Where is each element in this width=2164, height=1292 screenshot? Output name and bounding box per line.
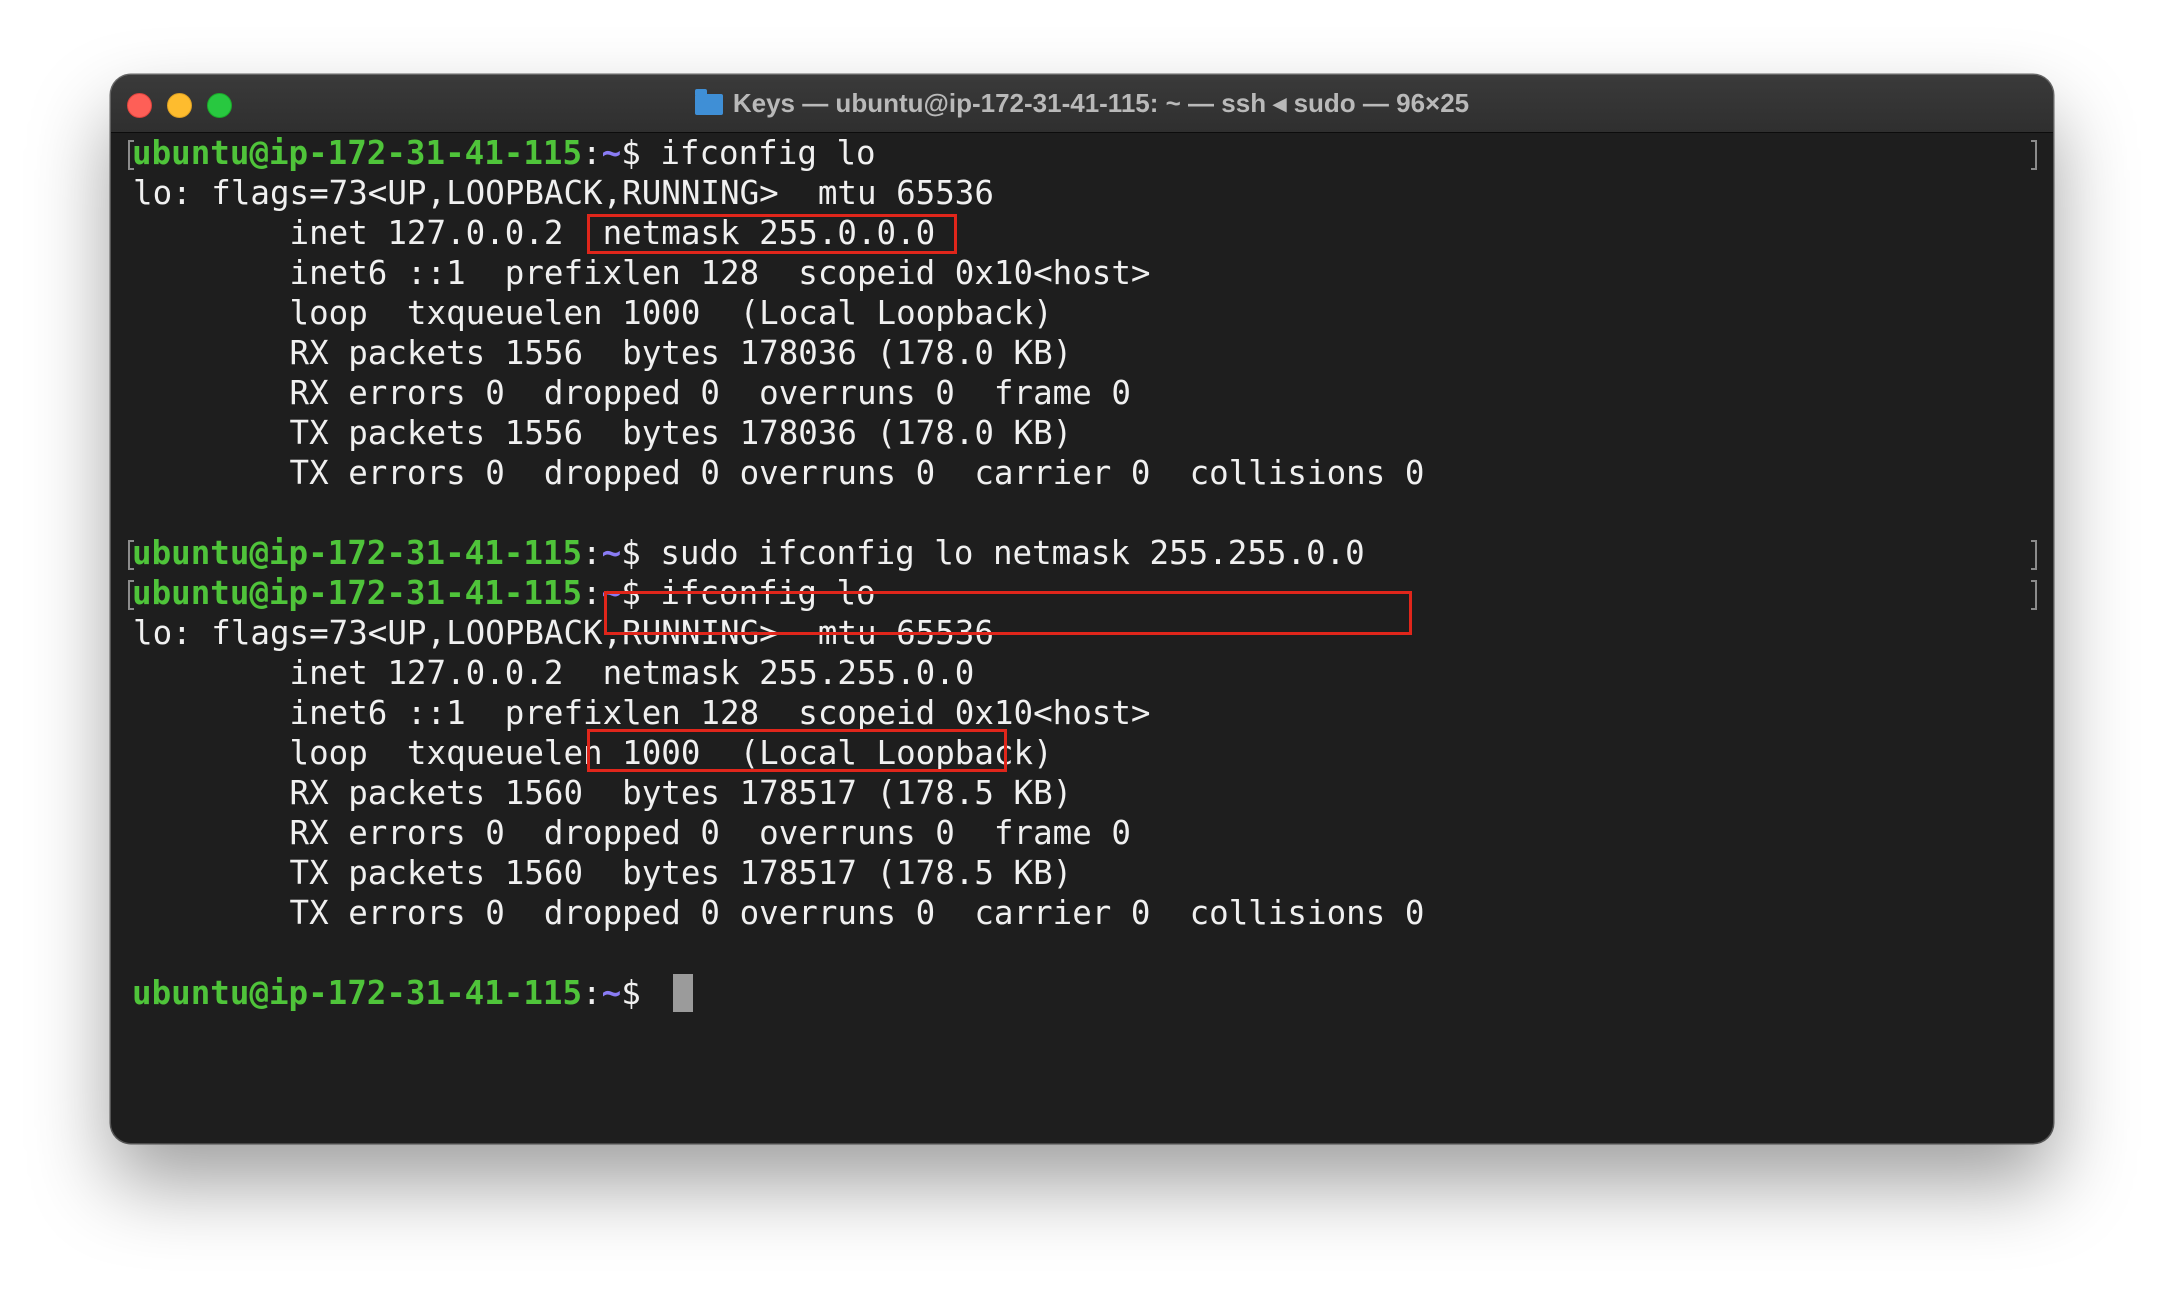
- mark-bracket-right: [2031, 580, 2037, 610]
- output-line: RX packets 1560 bytes 178517 (178.5 KB): [133, 774, 1073, 812]
- title-bar[interactable]: Keys — ubuntu@ip-172-31-41-115: ~ — ssh …: [111, 75, 2053, 133]
- output-line: loop txqueuelen 1000 (Local Loopback): [133, 294, 1053, 332]
- terminal-content[interactable]: ubuntu@ip-172-31-41-115:~$ ifconfig lo l…: [123, 133, 2041, 1143]
- output-line: RX packets 1556 bytes 178036 (178.0 KB): [133, 334, 1073, 372]
- prompt-colon: :: [582, 974, 602, 1012]
- prompt-symbol: $: [621, 134, 641, 172]
- terminal-window: Keys — ubuntu@ip-172-31-41-115: ~ — ssh …: [111, 75, 2053, 1143]
- mark-bracket-right: [2031, 140, 2037, 170]
- output-line: RX errors 0 dropped 0 overruns 0 frame 0: [133, 374, 1131, 412]
- output-line: lo: flags=73<UP,LOOPBACK,RUNNING> mtu 65…: [133, 174, 994, 212]
- prompt-path: ~: [601, 534, 622, 572]
- prompt-colon: :: [582, 134, 602, 172]
- folder-icon: [694, 89, 723, 115]
- window-title: Keys — ubuntu@ip-172-31-41-115: ~ — ssh …: [111, 87, 2053, 119]
- command-text: ifconfig lo: [640, 134, 876, 172]
- prompt-user: ubuntu@ip-172-31-41-115: [132, 974, 583, 1012]
- output-line: RX errors 0 dropped 0 overruns 0 frame 0: [133, 814, 1131, 852]
- output-line: inet6 ::1 prefixlen 128 scopeid 0x10<hos…: [133, 694, 1151, 732]
- prompt-colon: :: [582, 534, 602, 572]
- highlight-sudo-command: [604, 591, 1412, 635]
- prompt-symbol: $: [621, 534, 641, 572]
- prompt-symbol: $: [621, 974, 641, 1012]
- text-cursor: [673, 974, 693, 1012]
- mark-bracket-right: [2031, 540, 2037, 570]
- highlight-netmask-original: [587, 214, 957, 254]
- prompt-colon: :: [582, 574, 602, 612]
- command-line-1: ubuntu@ip-172-31-41-115:~$ ifconfig lo: [132, 133, 876, 173]
- output-line: inet6 ::1 prefixlen 128 scopeid 0x10<hos…: [133, 254, 1151, 292]
- output-line: TX errors 0 dropped 0 overruns 0 carrier…: [133, 454, 1425, 492]
- prompt-user: ubuntu@ip-172-31-41-115: [132, 534, 583, 572]
- output-line: inet 127.0.0.2 netmask 255.255.0.0: [133, 654, 975, 692]
- output-line: TX errors 0 dropped 0 overruns 0 carrier…: [133, 894, 1425, 932]
- command-line-2: ubuntu@ip-172-31-41-115:~$ sudo ifconfig…: [132, 533, 1365, 573]
- output-line: TX packets 1556 bytes 178036 (178.0 KB): [133, 414, 1073, 452]
- prompt-path: ~: [601, 134, 622, 172]
- prompt-path: ~: [601, 974, 622, 1012]
- highlight-netmask-updated: [587, 729, 1007, 772]
- window-title-text: Keys — ubuntu@ip-172-31-41-115: ~ — ssh …: [732, 88, 1470, 118]
- prompt-user: ubuntu@ip-172-31-41-115: [132, 574, 583, 612]
- command-text: sudo ifconfig lo netmask 255.255.0.0: [640, 534, 1365, 572]
- output-line: TX packets 1560 bytes 178517 (178.5 KB): [133, 854, 1073, 892]
- prompt-user: ubuntu@ip-172-31-41-115: [132, 134, 583, 172]
- current-prompt-line: ubuntu@ip-172-31-41-115:~$: [132, 973, 641, 1013]
